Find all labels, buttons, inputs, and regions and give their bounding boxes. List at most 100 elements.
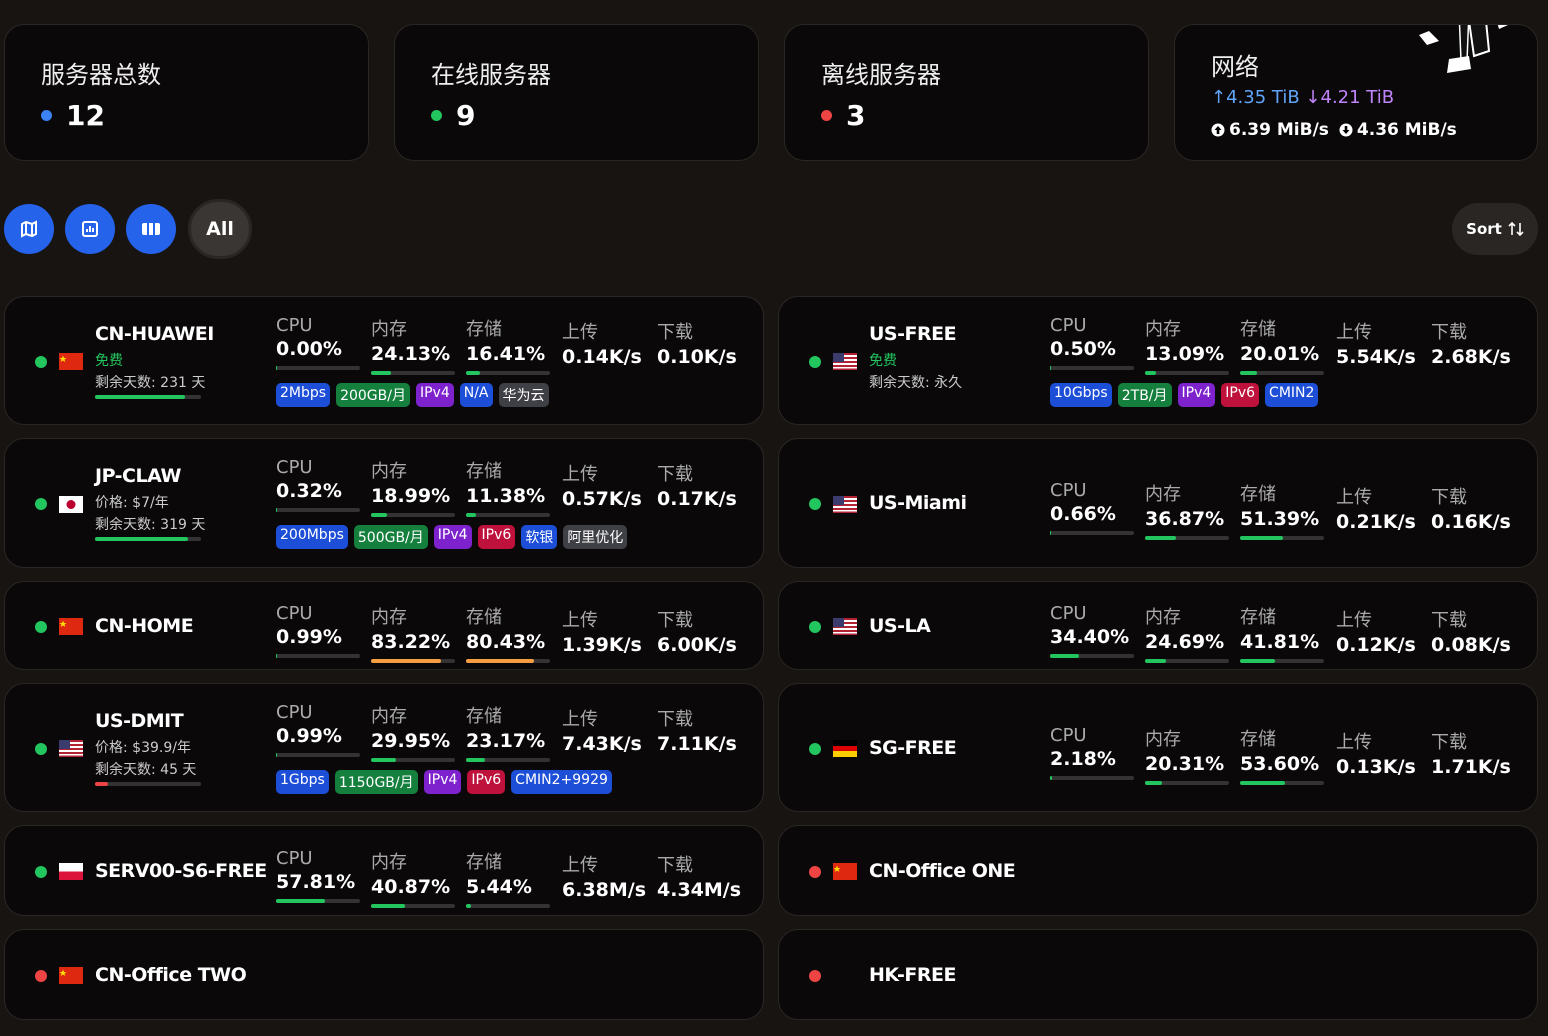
server-card[interactable]: US-DMIT 价格: $39.9/年 剩余天数: 45 天 CPU 0.99% 内存 29…: [4, 683, 764, 812]
server-name: CN-Office ONE: [869, 859, 1016, 882]
server-card[interactable]: HK-FREE: [778, 929, 1538, 1020]
server-card[interactable]: US-FREE 免费 剩余天数: 永久 CPU 0.50% 内存 13.09% 存储 20.01…: [778, 296, 1538, 425]
server-card[interactable]: US-LA CPU 34.40% 内存 24.69% 存储 41.81% 上传 0.12K/s 下…: [778, 581, 1538, 670]
usage-bar: [1050, 775, 1134, 780]
usage-bar: [1145, 658, 1229, 663]
server-card[interactable]: CN-HUAWEI 免费 剩余天数: 231 天 CPU 0.00% 内存 24.13% 存储…: [4, 296, 764, 425]
metric-mem: 内存 83.22%: [371, 603, 457, 663]
tag-badge: IPv6: [477, 525, 516, 549]
map-icon: [21, 220, 37, 238]
tag-badge: IPv4: [433, 525, 472, 549]
metric-label: 存储: [466, 319, 502, 340]
metric-value: 0.50%: [1050, 338, 1116, 360]
server-card[interactable]: JP-CLAW 价格: $7/年 剩余天数: 319 天 CPU 0.32% 内存 18.9…: [4, 438, 764, 568]
metric-label: 下载: [1431, 731, 1467, 753]
flag-cn-icon: [59, 353, 83, 370]
sort-arrows-icon: [1508, 221, 1524, 237]
chart-icon: [82, 221, 98, 237]
metric-disk: 存储 41.81%: [1240, 603, 1326, 663]
server-card[interactable]: SERV00-S6-FREE CPU 57.81% 内存 40.87% 存储 5.44% 上传…: [4, 825, 764, 916]
metric-label: 存储: [466, 851, 502, 873]
server-card[interactable]: CN-Office TWO: [4, 929, 764, 1020]
server-days-left: 剩余天数: 永久: [869, 375, 963, 391]
usage-bar: [466, 758, 550, 762]
status-dot: [35, 620, 47, 633]
server-name: CN-HUAWEI: [95, 323, 214, 345]
usage-bar: [466, 903, 550, 908]
metric-disk: 存储 53.60%: [1240, 725, 1326, 785]
usage-bar: [466, 513, 550, 517]
metric-label: 上传: [562, 464, 598, 485]
metric-label: CPU: [1050, 724, 1087, 746]
tag-badge: CMIN2+9929: [511, 770, 612, 794]
tag-badge: 2Mbps: [276, 383, 331, 407]
status-dot: [35, 969, 47, 982]
metric-label: 存储: [466, 706, 502, 727]
metric-label: 下载: [657, 709, 693, 730]
metric-up: 上传 1.39K/s: [562, 606, 648, 656]
metric-up: 上传 0.13K/s: [1336, 728, 1422, 778]
server-name: US-FREE: [869, 323, 957, 345]
metric-value: 34.40%: [1050, 625, 1130, 648]
usage-bar: [276, 898, 360, 903]
chart-view-button[interactable]: [65, 204, 115, 254]
stat-card-offline: 离线服务器 3: [784, 24, 1149, 161]
server-card[interactable]: SG-FREE CPU 2.18% 内存 20.31% 存储 53.60% 上传 0.13K/s…: [778, 683, 1538, 812]
server-name: HK-FREE: [869, 963, 956, 986]
metric-label: 上传: [1336, 487, 1372, 508]
stat-value-row: 3: [821, 99, 865, 132]
metric-value: 2.68K/s: [1431, 346, 1511, 368]
metric-cpu: CPU 0.99%: [276, 603, 362, 658]
status-dot: [35, 865, 47, 878]
metric-label: 内存: [1145, 606, 1181, 628]
usage-bar: [1145, 371, 1229, 375]
status-dot: [809, 498, 821, 510]
metric-value: 7.11K/s: [657, 733, 737, 755]
server-days-left: 剩余天数: 45 天: [95, 762, 197, 778]
metric-value: 0.12K/s: [1336, 633, 1416, 656]
stat-card-total: 服务器总数 12: [4, 24, 369, 161]
metric-label: 内存: [1145, 319, 1181, 340]
metric-value: 2.18%: [1050, 747, 1116, 770]
usage-bar: [276, 653, 360, 658]
metric-label: CPU: [1050, 315, 1087, 336]
metric-value: 6.00K/s: [657, 633, 737, 656]
usage-bar: [371, 903, 455, 908]
map-view-button[interactable]: [4, 204, 54, 254]
tag-badge: 华为云: [498, 383, 549, 407]
metric-value: 11.38%: [466, 485, 546, 507]
usage-bar: [1145, 536, 1229, 540]
usage-bar: [1145, 780, 1229, 785]
flag-us-icon: [833, 495, 857, 513]
columns-view-button[interactable]: [126, 204, 176, 254]
metric-label: CPU: [276, 315, 313, 336]
network-title: 网络: [1211, 53, 1259, 81]
metric-down: 下载 0.16K/s: [1431, 483, 1517, 533]
server-card[interactable]: CN-HOME CPU 0.99% 内存 83.22% 存储 80.43% 上传 1.39K/s…: [4, 581, 764, 670]
server-name: SERV00-S6-FREE: [95, 859, 267, 882]
sort-label: Sort: [1466, 220, 1502, 238]
metric-mem: 内存 20.31%: [1145, 725, 1231, 785]
status-dot: [41, 110, 52, 121]
filter-all-button[interactable]: All: [188, 199, 252, 259]
metric-label: 下载: [1431, 609, 1467, 631]
metric-value: 29.95%: [371, 730, 451, 752]
metric-label: CPU: [1050, 602, 1087, 624]
sort-button[interactable]: Sort: [1452, 203, 1538, 255]
upload-total: ↑4.35 TiB: [1211, 87, 1300, 108]
stat-value: 3: [846, 99, 866, 132]
metric-cpu: CPU 57.81%: [276, 848, 362, 903]
usage-bar: [466, 371, 550, 375]
metric-label: CPU: [276, 602, 313, 624]
metric-down: 下载 0.17K/s: [657, 460, 743, 510]
stat-value: 9: [456, 99, 476, 132]
server-price: 价格: $7/年: [95, 495, 169, 511]
server-card[interactable]: CN-Office ONE: [778, 825, 1538, 916]
metric-value: 0.99%: [276, 725, 342, 747]
server-name: US-LA: [869, 614, 931, 637]
tag-badge: 200Mbps: [276, 525, 348, 549]
flag-jp-icon: [59, 495, 83, 513]
tag-badge: 1150GB/月: [334, 770, 418, 794]
server-card[interactable]: US-Miami CPU 0.66% 内存 36.87% 存储 51.39% 上传 0.21K/…: [778, 438, 1538, 568]
stat-title: 离线服务器: [821, 61, 941, 89]
